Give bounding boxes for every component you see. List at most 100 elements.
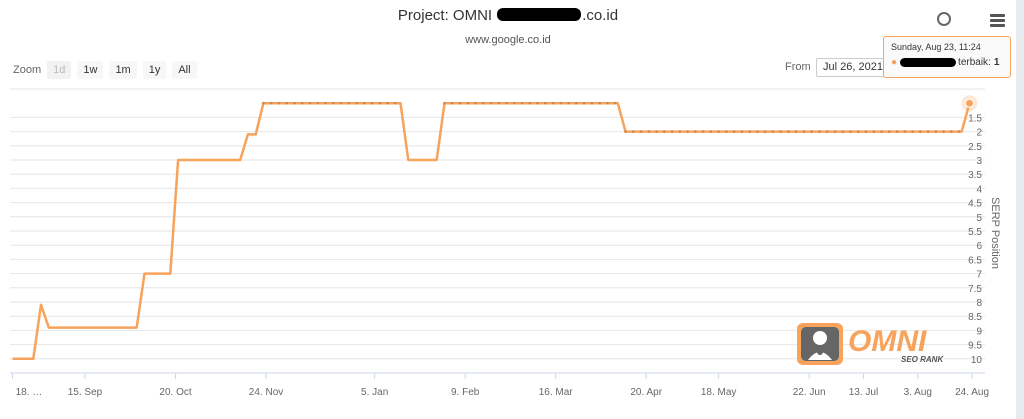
- data-point: [528, 101, 532, 105]
- data-point: [841, 130, 845, 133]
- data-point: [277, 101, 281, 105]
- data-point: [443, 101, 446, 105]
- data-point: [647, 130, 651, 133]
- x-axis: 18. … 15. Sep 20. Oct 24. Nov 5. Jan 9. Feb 16…: [10, 372, 989, 398]
- x-tick-label: 9. Feb: [451, 387, 480, 398]
- data-point: [771, 130, 775, 133]
- logo-tagline: SEO RANK: [901, 355, 944, 364]
- data-point: [950, 130, 953, 133]
- data-point: [740, 130, 744, 133]
- data-point: [582, 101, 586, 105]
- data-point: [880, 130, 883, 133]
- chart-tooltip: Sunday, Aug 23, 11:24 ● terbaik: 1: [883, 36, 1011, 78]
- y-tick-label: 7.5: [968, 284, 982, 295]
- data-point: [363, 101, 366, 105]
- data-point: [895, 130, 899, 133]
- data-point: [497, 101, 501, 105]
- data-point: [957, 130, 961, 133]
- data-point: [324, 101, 327, 105]
- data-point: [520, 101, 524, 105]
- data-point: [513, 101, 516, 105]
- data-point: [818, 130, 821, 133]
- data-point: [613, 101, 617, 105]
- y-tick-label: 3: [976, 156, 982, 167]
- x-tick-label: 15. Sep: [68, 387, 103, 398]
- series-dot-icon: ●: [891, 57, 898, 68]
- data-point: [701, 130, 705, 133]
- tooltip-series-label: terbaik:: [958, 57, 991, 68]
- redacted-series-name: [900, 58, 957, 67]
- data-point: [694, 130, 697, 133]
- data-point: [942, 130, 945, 133]
- y-tick-label: 8.5: [968, 312, 982, 323]
- y-tick-label: 3.5: [968, 170, 982, 181]
- data-point: [632, 130, 635, 133]
- data-point: [575, 101, 578, 105]
- y-tick-label: 9.5: [968, 341, 982, 352]
- y-tick-label: 8: [976, 298, 982, 309]
- data-point: [732, 130, 736, 133]
- x-tick-label: 18. …: [16, 387, 43, 398]
- data-point: [663, 130, 666, 133]
- data-point: [888, 130, 891, 133]
- data-point: [934, 130, 938, 133]
- data-point: [794, 130, 798, 133]
- data-point: [717, 130, 720, 133]
- series-group: [12, 95, 978, 361]
- data-point: [849, 130, 852, 133]
- data-point: [590, 101, 594, 105]
- data-point: [802, 130, 806, 133]
- data-point: [394, 101, 397, 105]
- data-point: [347, 101, 351, 105]
- y-axis-title: SERP Position: [989, 197, 1001, 269]
- data-point: [544, 101, 547, 105]
- tooltip-series-row: ● terbaik: 1: [891, 57, 1003, 68]
- data-point: [872, 130, 876, 133]
- x-tick-label: 24. Aug: [955, 387, 989, 398]
- y-tick-label: 4: [976, 184, 982, 195]
- y-tick-label: 5: [976, 213, 982, 224]
- y-axis: 1.5 2 2.5 3 3.5 4 4.5 5 5.5 6 6.5 7 7.5 8 8.5 9 9.5 10: [968, 113, 982, 365]
- data-point: [482, 101, 485, 105]
- data-point: [386, 101, 389, 105]
- data-point: [825, 130, 829, 133]
- data-point: [779, 130, 782, 133]
- data-point: [670, 130, 674, 133]
- data-point: [378, 101, 382, 105]
- data-point: [857, 130, 860, 133]
- data-point: [474, 101, 477, 105]
- y-tick-label: 7: [976, 270, 982, 281]
- data-point: [725, 130, 728, 133]
- tooltip-value: 1: [993, 57, 1000, 68]
- data-point: [598, 101, 601, 105]
- data-point: [466, 101, 470, 105]
- data-point: [262, 101, 265, 105]
- mascot-icon: [797, 323, 843, 365]
- data-point: [756, 130, 759, 133]
- y-tick-label: 5.5: [968, 227, 982, 238]
- data-point: [810, 130, 813, 133]
- data-point: [293, 101, 296, 105]
- data-point: [655, 130, 658, 133]
- y-tick-label: 10: [971, 355, 983, 366]
- data-point: [748, 130, 751, 133]
- x-tick-label: 16. Mar: [539, 387, 574, 398]
- x-tick-label: 22. Jun: [793, 387, 826, 398]
- data-point: [269, 101, 273, 105]
- hover-point: [964, 98, 974, 108]
- grid-lines: [10, 88, 985, 360]
- y-tick-label: 2.5: [968, 142, 982, 153]
- data-point: [332, 101, 335, 105]
- data-point: [300, 101, 304, 105]
- data-point: [567, 101, 570, 105]
- data-point: [505, 101, 508, 105]
- data-point: [686, 130, 689, 133]
- data-point: [308, 101, 312, 105]
- data-point: [606, 101, 609, 105]
- data-point: [624, 130, 627, 133]
- y-tick-label: 6.5: [968, 255, 982, 266]
- data-point: [536, 101, 539, 105]
- x-tick-label: 18. May: [701, 387, 737, 398]
- data-point: [370, 101, 374, 105]
- logo-brand: OMNI: [848, 325, 927, 358]
